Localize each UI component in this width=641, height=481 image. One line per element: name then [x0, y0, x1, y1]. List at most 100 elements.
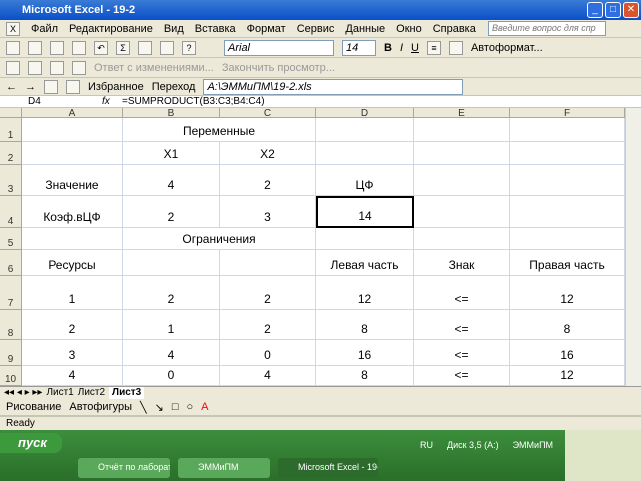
menu-item[interactable]: Файл	[31, 23, 58, 35]
cell-D5[interactable]	[316, 228, 414, 250]
font-color-icon[interactable]: A	[201, 401, 208, 413]
task-word-report[interactable]: Отчёт по лаборато...	[78, 458, 170, 478]
new-icon[interactable]	[6, 40, 20, 55]
menu-item[interactable]: Данные	[345, 23, 385, 35]
task-folder[interactable]: ЭММиПМ	[178, 458, 270, 478]
cell-A3[interactable]: Значение	[22, 165, 123, 196]
undo-icon[interactable]: ↶	[94, 40, 108, 55]
cell-F4[interactable]	[510, 196, 625, 228]
cell-D3[interactable]: ЦФ	[316, 165, 414, 196]
office-assistant-clippy[interactable]	[565, 430, 641, 481]
menu-item[interactable]: Сервис	[297, 23, 335, 35]
autoshapes-button[interactable]: Автофигуры	[69, 401, 132, 413]
back-icon[interactable]: ←	[6, 81, 17, 93]
cell-B7[interactable]: 2	[123, 276, 220, 310]
cell-A9[interactable]: 3	[22, 340, 123, 366]
cell-C3[interactable]: 2	[220, 165, 316, 196]
cell-B8[interactable]: 1	[123, 310, 220, 340]
cell-D1[interactable]	[316, 118, 414, 142]
help-search-input[interactable]: Введите вопрос для спр	[488, 21, 606, 36]
cell-F7[interactable]: 12	[510, 276, 625, 310]
column-header-C[interactable]: C	[220, 108, 316, 119]
save-icon[interactable]	[50, 40, 64, 55]
cell-F5[interactable]	[510, 228, 625, 250]
language-indicator[interactable]: RU	[420, 440, 433, 450]
cell-F1[interactable]	[510, 118, 625, 142]
open-icon[interactable]	[28, 40, 42, 55]
line-icon[interactable]: ╲	[140, 401, 147, 414]
autoformat-button[interactable]: Автоформат...	[471, 42, 543, 54]
cell-F6[interactable]: Правая часть	[510, 250, 625, 276]
merge-icon[interactable]	[448, 40, 463, 55]
row-header-3[interactable]: 3	[0, 165, 22, 196]
cell-B4[interactable]: 2	[123, 196, 220, 228]
review-icon[interactable]	[6, 60, 20, 75]
tab-sheet2[interactable]: Лист2	[78, 387, 105, 399]
bold-button[interactable]: B	[384, 42, 392, 54]
cell-B10[interactable]: 0	[123, 366, 220, 386]
cell-E6[interactable]: Знак	[414, 250, 510, 276]
row-header-1[interactable]: 1	[0, 118, 22, 142]
cell-C4[interactable]: 3	[220, 196, 316, 228]
cell-D9[interactable]: 16	[316, 340, 414, 366]
favorites-button[interactable]: Избранное	[88, 81, 144, 93]
forward-icon[interactable]: →	[25, 81, 36, 93]
chart-icon[interactable]	[160, 40, 174, 55]
cell-A10[interactable]: 4	[22, 366, 123, 386]
cell-C10[interactable]: 4	[220, 366, 316, 386]
task-excel[interactable]: Microsoft Excel - 19-2	[278, 458, 378, 478]
drawing-button[interactable]: Рисование	[6, 401, 61, 413]
help-icon[interactable]: ?	[182, 40, 196, 55]
font-select[interactable]: Arial	[224, 39, 334, 56]
cell-C6[interactable]	[220, 250, 316, 276]
column-header-F[interactable]: F	[510, 108, 625, 119]
cell-C9[interactable]: 0	[220, 340, 316, 366]
cell-B9[interactable]: 4	[123, 340, 220, 366]
arrow-icon[interactable]: ↘	[155, 401, 164, 414]
menu-item[interactable]: Вид	[164, 23, 184, 35]
maximize-button[interactable]: □	[605, 2, 621, 18]
font-size-select[interactable]: 14	[342, 39, 376, 56]
cell-F3[interactable]	[510, 165, 625, 196]
cell-E5[interactable]	[414, 228, 510, 250]
rectangle-icon[interactable]: □	[172, 401, 179, 413]
menu-item[interactable]: Редактирование	[69, 23, 153, 35]
minimize-button[interactable]: _	[587, 2, 603, 18]
select-all-button[interactable]	[0, 108, 22, 118]
cell-B5[interactable]: Ограничения	[123, 228, 316, 250]
cell-D6[interactable]: Левая часть	[316, 250, 414, 276]
cell-E2[interactable]	[414, 142, 510, 165]
cell-C8[interactable]: 2	[220, 310, 316, 340]
cell-A4[interactable]: Коэф.вЦФ	[22, 196, 123, 228]
menu-item[interactable]: Окно	[396, 23, 422, 35]
end-review-button[interactable]: Закончить просмотр...	[222, 62, 335, 74]
row-header-9[interactable]: 9	[0, 340, 22, 366]
row-header-7[interactable]: 7	[0, 276, 22, 310]
cell-D4[interactable]: 14	[316, 196, 414, 228]
row-header-4[interactable]: 4	[0, 196, 22, 228]
cell-D8[interactable]: 8	[316, 310, 414, 340]
column-header-E[interactable]: E	[414, 108, 510, 119]
cell-B3[interactable]: 4	[123, 165, 220, 196]
review-icon[interactable]	[72, 60, 86, 75]
review-icon[interactable]	[50, 60, 64, 75]
cell-E3[interactable]	[414, 165, 510, 196]
cell-C2[interactable]: X2	[220, 142, 316, 165]
column-header-D[interactable]: D	[316, 108, 414, 119]
cell-A6[interactable]: Ресурсы	[22, 250, 123, 276]
cell-E7[interactable]: <=	[414, 276, 510, 310]
cell-B6[interactable]	[123, 250, 220, 276]
cell-D7[interactable]: 12	[316, 276, 414, 310]
cell-F10[interactable]: 12	[510, 366, 625, 386]
cell-E8[interactable]: <=	[414, 310, 510, 340]
cell-C7[interactable]: 2	[220, 276, 316, 310]
column-header-B[interactable]: B	[123, 108, 220, 119]
cell-E4[interactable]	[414, 196, 510, 228]
cell-A8[interactable]: 2	[22, 310, 123, 340]
cell-B1[interactable]: Переменные	[123, 118, 316, 142]
cell-E1[interactable]	[414, 118, 510, 142]
cell-D10[interactable]: 8	[316, 366, 414, 386]
row-header-2[interactable]: 2	[0, 142, 22, 165]
row-header-6[interactable]: 6	[0, 250, 22, 276]
disk-link[interactable]: Диск 3,5 (A:)	[447, 440, 499, 450]
